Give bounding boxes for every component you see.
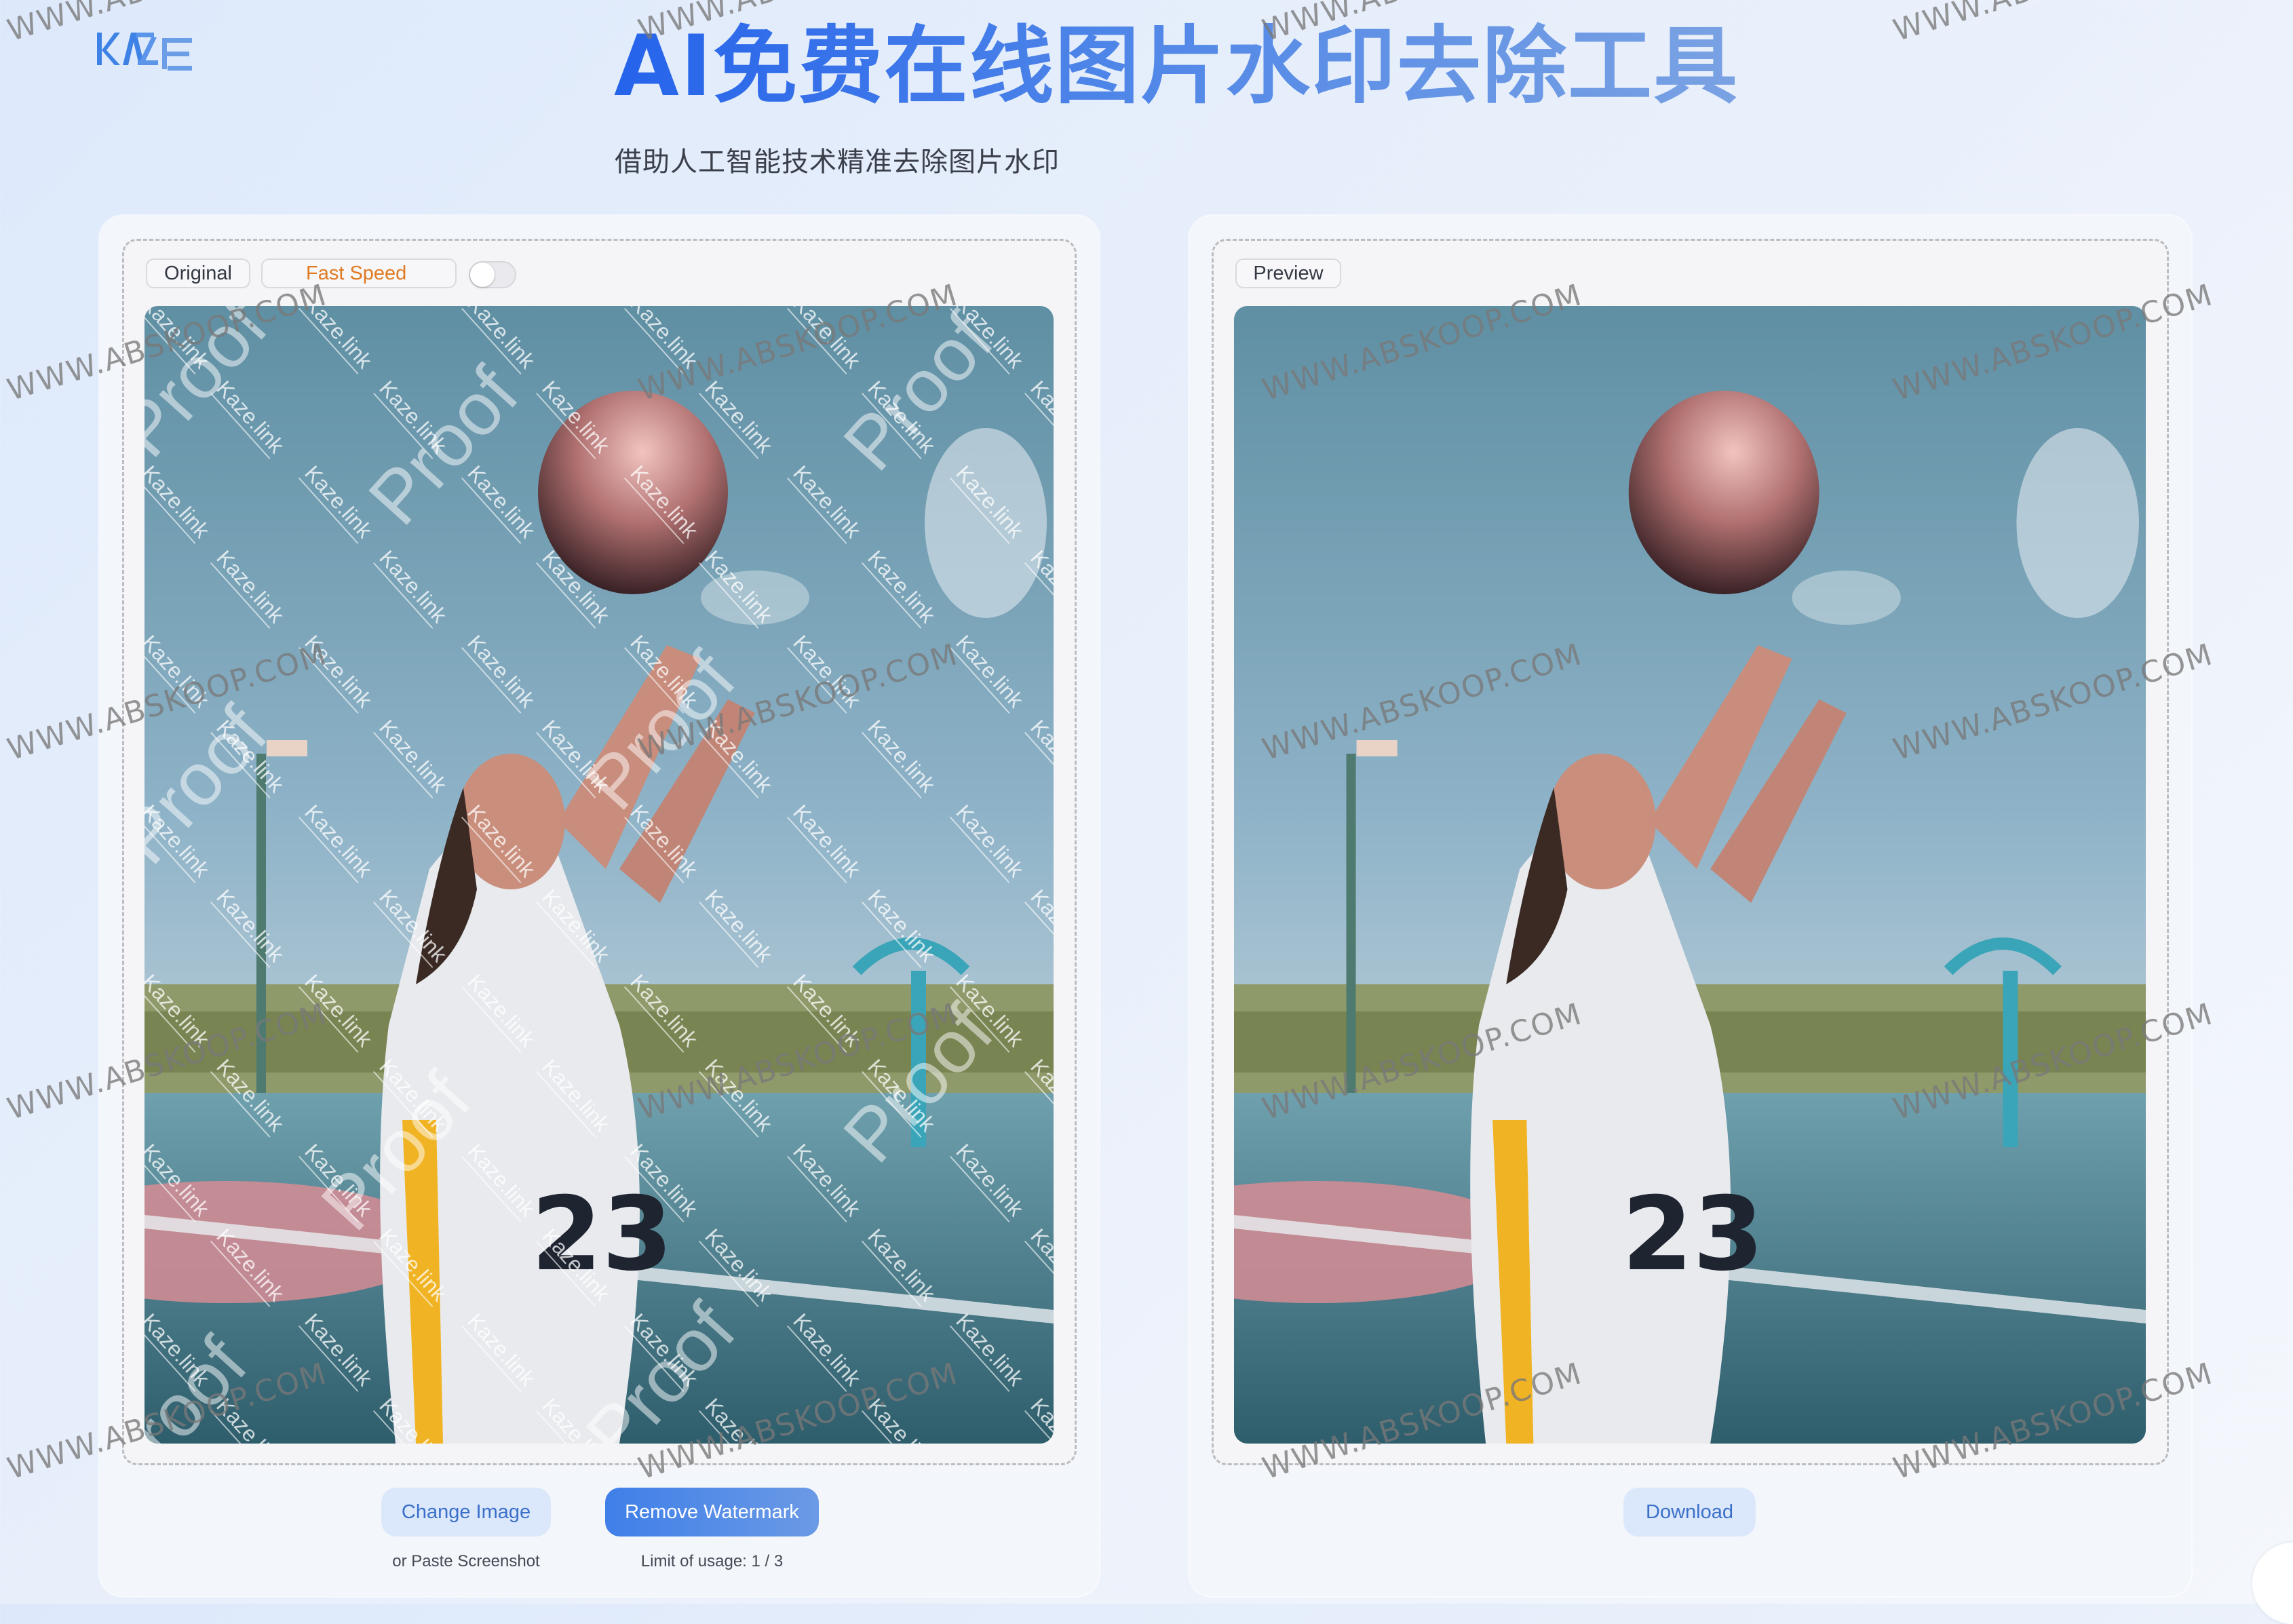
remove-watermark-button[interactable]: Remove Watermark: [605, 1488, 819, 1536]
original-image: 23 Kaze.link Kaze.link Kaze.link Kaze.link K…: [144, 306, 1054, 1444]
mode-label-fast-speed: Fast Speed: [261, 258, 457, 288]
toggle-knob: [470, 263, 495, 287]
page-title: AI免费在线图片水印去除工具: [614, 12, 1739, 121]
usage-limit-text: Limit of usage: 1 / 3: [640, 1552, 784, 1570]
preview-panel: Preview 23 Download: [1189, 216, 2191, 1596]
page-subtitle: 借助人工智能技术精准去除图片水印: [615, 147, 1060, 178]
photo-basketball-cleaned: 23: [1234, 306, 2146, 1444]
upload-dropzone[interactable]: Original Fast Speed 23 Kaze.link Kaze.li…: [122, 239, 1077, 1465]
floating-action-circle[interactable]: [2252, 1543, 2293, 1624]
preview-frame: Preview 23: [1212, 239, 2169, 1465]
preview-label: Preview: [1235, 258, 1341, 288]
preview-image: 23: [1234, 306, 2146, 1444]
original-label: Original: [146, 258, 250, 288]
paste-screenshot-hint: or Paste Screenshot: [392, 1552, 540, 1570]
svg-text:23: 23: [1622, 1176, 1764, 1294]
overlay-watermark-text: WWW.ABSKOOP.COM: [1889, 0, 2217, 48]
download-button[interactable]: Download: [1623, 1488, 1756, 1536]
photo-basketball-original: 23: [144, 306, 1054, 1444]
speed-mode-toggle[interactable]: [469, 261, 516, 288]
change-image-button[interactable]: Change Image: [381, 1488, 551, 1536]
kaze-logo[interactable]: [97, 30, 195, 76]
original-image-panel: Original Fast Speed 23 Kaze.link Kaze.li…: [100, 216, 1099, 1596]
svg-text:23: 23: [531, 1176, 673, 1294]
